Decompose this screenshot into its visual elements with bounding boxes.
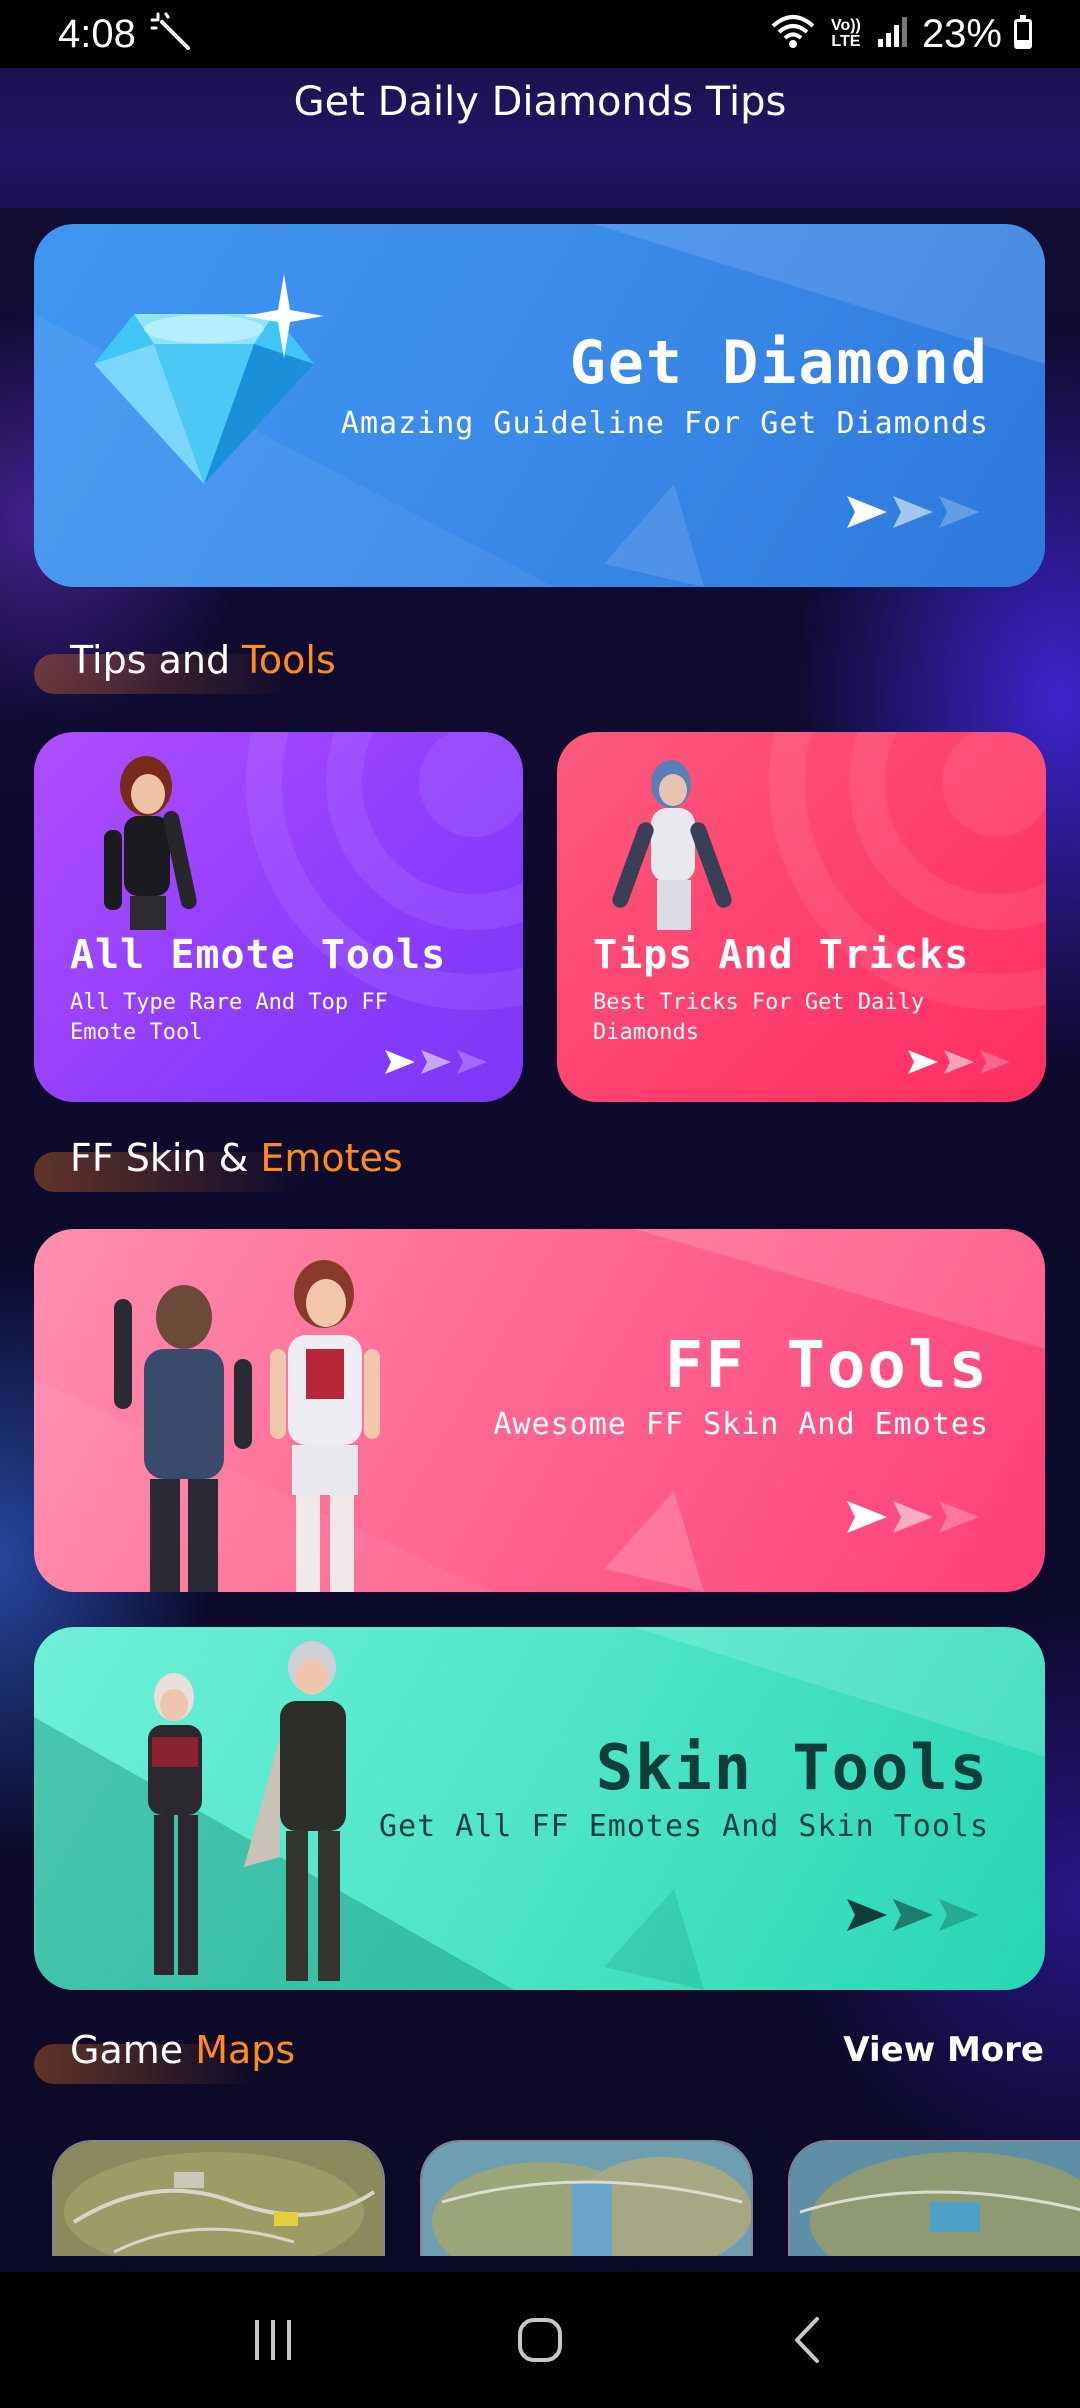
status-time: 4:08 bbox=[58, 11, 136, 56]
all-emote-tools-card[interactable]: All Emote Tools All Type Rare And Top FF… bbox=[34, 732, 523, 1102]
section-heading-highlight: Maps bbox=[195, 2028, 296, 2072]
card-subtitle: Get All FF Emotes And Skin Tools bbox=[379, 1809, 989, 1844]
arrows-icon bbox=[847, 496, 979, 528]
ff-tools-card[interactable]: FF Tools Awesome FF Skin And Emotes bbox=[34, 1229, 1045, 1592]
arrows-icon bbox=[847, 1501, 979, 1533]
card-title: All Emote Tools bbox=[70, 932, 447, 978]
tips-and-tricks-card[interactable]: Tips And Tricks Best Tricks For Get Dail… bbox=[557, 732, 1046, 1102]
volte-icon: Vo)) LTE bbox=[830, 17, 861, 50]
view-more-link[interactable]: View More bbox=[843, 2030, 1044, 2070]
system-nav-bar bbox=[0, 2272, 1080, 2408]
card-subtitle: Awesome FF Skin And Emotes bbox=[493, 1407, 989, 1442]
section-heading-highlight: Tools bbox=[242, 638, 336, 682]
arrows-icon bbox=[847, 1899, 979, 1931]
character-illustration bbox=[94, 1637, 414, 1990]
skin-tools-card[interactable]: Skin Tools Get All FF Emotes And Skin To… bbox=[34, 1627, 1045, 1990]
character-avatar bbox=[84, 750, 214, 934]
map-thumbnail-kalahari[interactable] bbox=[788, 2140, 1080, 2256]
battery-icon bbox=[1014, 15, 1032, 49]
character-avatar bbox=[607, 750, 737, 934]
signal-icon bbox=[876, 15, 910, 54]
section-heading-tips: Tips and Tools bbox=[70, 638, 336, 682]
status-bar: 4:08 Vo)) LTE 23% bbox=[0, 0, 1080, 68]
card-subtitle-line2: Emote Tool bbox=[70, 1020, 203, 1045]
section-heading-ff: FF Skin & Emotes bbox=[70, 1136, 403, 1180]
card-title: Get Diamond bbox=[569, 328, 989, 398]
app-header: Get Daily Diamonds Tips bbox=[0, 68, 1080, 208]
magic-wand-icon bbox=[150, 12, 194, 57]
map-thumbnail-bermuda[interactable] bbox=[52, 2140, 385, 2256]
get-diamond-card[interactable]: Get Diamond Amazing Guideline For Get Di… bbox=[34, 224, 1045, 587]
recents-icon[interactable] bbox=[233, 2300, 313, 2380]
card-title: Tips And Tricks bbox=[593, 932, 970, 978]
section-heading-text: FF Skin & bbox=[70, 1136, 261, 1180]
character-illustration bbox=[74, 1239, 434, 1592]
card-subtitle-line1: Best Tricks For Get Daily bbox=[593, 990, 925, 1015]
section-heading-highlight: Emotes bbox=[260, 1136, 403, 1180]
card-subtitle: Amazing Guideline For Get Diamonds bbox=[340, 406, 989, 441]
card-title: Skin Tools bbox=[595, 1731, 989, 1804]
card-subtitle-line1: All Type Rare And Top FF bbox=[70, 990, 388, 1015]
section-heading-maps: Game Maps bbox=[70, 2028, 295, 2072]
page-title: Get Daily Diamonds Tips bbox=[293, 79, 787, 125]
diamond-icon bbox=[74, 274, 344, 508]
card-subtitle-line2: Diamonds bbox=[593, 1020, 699, 1045]
section-heading-text: Tips and bbox=[70, 638, 243, 682]
back-icon[interactable] bbox=[767, 2300, 847, 2380]
section-heading-text: Game bbox=[70, 2028, 196, 2072]
arrows-icon bbox=[908, 1050, 1010, 1074]
wifi-icon bbox=[770, 12, 816, 57]
home-icon[interactable] bbox=[500, 2300, 580, 2380]
battery-percent: 23% bbox=[921, 11, 1002, 56]
card-title: FF Tools bbox=[664, 1329, 989, 1403]
arrows-icon bbox=[385, 1050, 487, 1074]
map-thumbnail-purgatory[interactable] bbox=[420, 2140, 753, 2256]
